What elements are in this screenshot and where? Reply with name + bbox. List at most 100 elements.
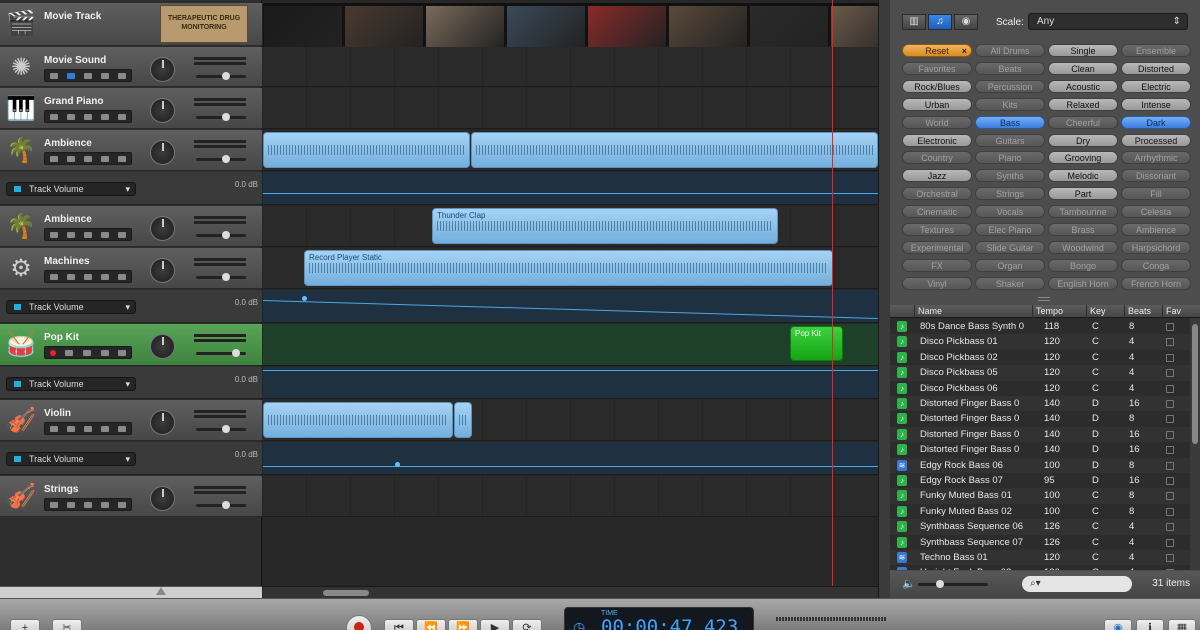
audio-region[interactable]: Record Player Static xyxy=(304,250,833,286)
scroll-thumb[interactable] xyxy=(1192,324,1198,444)
panel-splitter[interactable] xyxy=(878,0,890,598)
keyword-button[interactable]: Kits xyxy=(975,97,1045,111)
mute-button[interactable] xyxy=(66,425,75,432)
favorite-checkbox[interactable] xyxy=(1166,384,1174,393)
pan-knob[interactable] xyxy=(150,140,175,165)
loop-row[interactable]: ♪ Funky Muted Bass 01 100 C 8 xyxy=(890,488,1190,504)
solo-button[interactable] xyxy=(83,155,92,162)
pan-knob[interactable] xyxy=(150,98,175,123)
rec-button[interactable] xyxy=(49,425,58,432)
favorite-checkbox[interactable] xyxy=(1166,538,1174,547)
favorite-checkbox[interactable] xyxy=(1166,400,1174,408)
audio-region[interactable] xyxy=(454,402,472,438)
favorite-checkbox[interactable] xyxy=(1166,430,1174,439)
favorite-checkbox[interactable] xyxy=(1166,477,1174,485)
loop-row[interactable]: ♪ Disco Pickbass 05 120 C 4 xyxy=(890,365,1190,381)
volume-slider[interactable] xyxy=(196,425,246,433)
loop-row[interactable]: ♪ Funky Muted Bass 02 100 C 8 xyxy=(890,503,1190,520)
loop-row[interactable]: ♪ Distorted Finger Bass 0 140 D 16 xyxy=(890,442,1190,458)
favorite-checkbox[interactable] xyxy=(1166,569,1174,570)
scale-select[interactable]: Any xyxy=(1028,13,1188,30)
scroll-thumb[interactable] xyxy=(323,590,369,596)
keyword-button[interactable]: Percussion xyxy=(975,79,1045,93)
favorite-checkbox[interactable] xyxy=(1166,446,1174,455)
keyword-button[interactable]: Cinematic xyxy=(902,205,972,219)
automation-curve[interactable] xyxy=(263,466,878,467)
solo-button[interactable] xyxy=(82,349,91,356)
keyword-button[interactable]: Strings xyxy=(975,187,1045,201)
volume-slider[interactable] xyxy=(196,349,246,357)
loop-row[interactable]: ♪ Edgy Rock Bass 07 95 D 16 xyxy=(890,473,1190,489)
volume-thumb[interactable] xyxy=(222,155,230,163)
keyword-button[interactable]: Woodwind xyxy=(1048,240,1118,254)
column-header[interactable]: Tempo xyxy=(1032,305,1086,318)
automation-curve[interactable] xyxy=(263,370,878,371)
keyword-button[interactable]: Favorites xyxy=(902,61,972,75)
volume-thumb[interactable] xyxy=(222,425,230,433)
mute-button[interactable] xyxy=(66,72,75,79)
column-header[interactable]: Beats xyxy=(1124,305,1162,318)
pan-knob[interactable] xyxy=(150,410,175,435)
rewind-button[interactable]: ⏪ xyxy=(416,619,446,630)
keyword-button[interactable]: Brass xyxy=(1048,223,1118,236)
mute-button[interactable] xyxy=(66,231,75,238)
mute-button[interactable] xyxy=(66,501,75,508)
record-button[interactable] xyxy=(346,615,372,630)
play-button[interactable]: ▶ xyxy=(480,619,510,630)
keyword-button[interactable]: Single xyxy=(1048,44,1118,57)
keyword-button[interactable]: Vocals xyxy=(975,205,1045,219)
keyword-button[interactable]: FX xyxy=(902,258,972,272)
keyword-button[interactable]: Electric xyxy=(1121,79,1191,93)
rec-button[interactable] xyxy=(49,155,58,162)
rec-button[interactable] xyxy=(49,231,58,238)
automation-parameter-select[interactable]: Track Volume xyxy=(6,300,136,314)
keyword-button[interactable]: Textures xyxy=(902,223,972,236)
preview-volume-slider[interactable] xyxy=(918,580,988,588)
mute-button[interactable] xyxy=(66,113,75,120)
track-lane[interactable] xyxy=(263,3,878,49)
track-lane[interactable] xyxy=(263,47,878,87)
favorite-checkbox[interactable] xyxy=(1166,523,1174,532)
automation-lane[interactable] xyxy=(263,290,878,323)
solo-button[interactable] xyxy=(83,273,92,280)
keyword-button[interactable]: Reset xyxy=(902,44,972,58)
lock-button[interactable] xyxy=(101,72,110,79)
volume-slider[interactable] xyxy=(196,501,246,509)
track-header[interactable]: 🎻 Strings xyxy=(0,476,262,517)
rec-button[interactable] xyxy=(49,349,56,356)
loop-row[interactable]: ♪ Distorted Finger Bass 0 140 D 16 xyxy=(890,396,1190,412)
keyword-button[interactable]: Grooving xyxy=(1048,151,1118,165)
keyword-button[interactable]: World xyxy=(902,115,972,129)
loop-row[interactable]: ♪ Distorted Finger Bass 0 140 D 16 xyxy=(890,426,1190,443)
keyword-button[interactable]: Country xyxy=(902,151,972,165)
solo-button[interactable] xyxy=(83,72,92,79)
favorite-checkbox[interactable] xyxy=(1166,492,1174,501)
rec-button[interactable] xyxy=(49,501,58,508)
view-mode-button[interactable]: ◉ xyxy=(954,14,978,30)
loop-row[interactable]: ♪ Disco Pickbass 02 120 C 4 xyxy=(890,349,1190,366)
keyword-button[interactable]: Dissonant xyxy=(1121,169,1191,183)
arrow-button[interactable] xyxy=(118,155,127,162)
volume-thumb[interactable] xyxy=(222,113,230,121)
resize-grip[interactable] xyxy=(1038,297,1050,301)
loop-search-input[interactable]: ⌕▾ xyxy=(1022,576,1132,592)
automation-parameter-select[interactable]: Track Volume xyxy=(6,377,136,391)
volume-slider[interactable] xyxy=(196,72,246,80)
solo-button[interactable] xyxy=(83,231,92,238)
lock-button[interactable] xyxy=(101,273,110,280)
view-mode-button[interactable]: ♫ xyxy=(928,14,952,30)
track-lane[interactable] xyxy=(263,324,878,366)
track-header[interactable]: 🎹 Grand Piano xyxy=(0,88,262,129)
volume-slider[interactable] xyxy=(196,273,246,281)
keyword-button[interactable]: Arrhythmic xyxy=(1121,151,1191,165)
keyword-button[interactable]: Ambience xyxy=(1121,223,1191,236)
loop-row[interactable]: ≋ Edgy Rock Bass 06 100 D 8 xyxy=(890,457,1190,473)
column-header[interactable]: Name xyxy=(914,305,1032,318)
keyword-button[interactable]: Harpsichord xyxy=(1121,240,1191,254)
keyword-button[interactable]: Fill xyxy=(1121,187,1191,201)
keyword-button[interactable]: Melodic xyxy=(1048,169,1118,183)
track-header[interactable]: ⚙ Machines xyxy=(0,248,262,289)
lock-button[interactable] xyxy=(101,113,110,120)
audio-region[interactable] xyxy=(471,132,878,168)
track-header[interactable]: 🎬 Movie Track THERAPEUTIC DRUG MONITORING xyxy=(0,3,262,46)
